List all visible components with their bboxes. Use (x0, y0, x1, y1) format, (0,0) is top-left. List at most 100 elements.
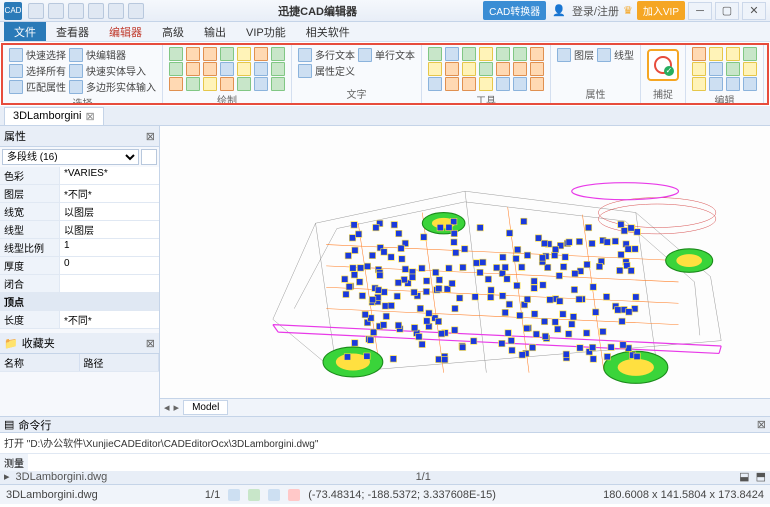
tool-icon[interactable] (479, 47, 493, 61)
vip-button[interactable]: 加入VIP (637, 1, 685, 20)
tab-next-icon[interactable]: ▸ (174, 401, 180, 414)
property-row[interactable]: 长度*不同* (0, 311, 159, 329)
tool-icon[interactable] (692, 62, 706, 76)
tool-icon[interactable] (709, 47, 723, 61)
close-button[interactable]: ✕ (742, 2, 766, 20)
snap-toggle-button[interactable] (647, 49, 679, 81)
panel-close-icon[interactable]: ⊠ (757, 418, 766, 431)
qat-redo-icon[interactable] (108, 3, 124, 19)
tool-icon[interactable] (692, 47, 706, 61)
prop-value[interactable]: *不同* (60, 311, 159, 328)
cad-converter-button[interactable]: CAD转换器 (483, 1, 546, 20)
tool-icon[interactable] (9, 80, 23, 94)
tool-icon[interactable] (237, 62, 251, 76)
tool-icon[interactable] (271, 47, 285, 61)
login-link[interactable]: 登录/注册 (572, 3, 619, 19)
tool-icon[interactable] (271, 77, 285, 91)
property-row[interactable]: 线型比例1 (0, 239, 159, 257)
tool-icon[interactable] (169, 77, 183, 91)
prop-value[interactable]: 0 (60, 257, 159, 274)
status-icon[interactable] (288, 489, 300, 501)
tool-icon[interactable] (726, 47, 740, 61)
tool-icon[interactable] (358, 48, 372, 62)
tool-icon[interactable] (237, 77, 251, 91)
menu-tab-0[interactable]: 文件 (4, 22, 46, 41)
menu-tab-1[interactable]: 查看器 (46, 22, 99, 41)
status-icon[interactable] (228, 489, 240, 501)
entity-selector[interactable]: 多段线 (16) (2, 149, 139, 165)
status-icon[interactable] (248, 489, 260, 501)
tool-icon[interactable] (726, 77, 740, 91)
tool-icon[interactable] (186, 47, 200, 61)
command-input[interactable] (28, 454, 770, 471)
tool-icon[interactable] (462, 77, 476, 91)
prop-value[interactable]: *不同* (60, 185, 159, 202)
tool-label[interactable]: 快编辑器 (86, 47, 126, 62)
tool-label[interactable]: 图层 (574, 47, 594, 62)
tool-icon[interactable] (298, 48, 312, 62)
tool-label[interactable]: 快速选择 (26, 47, 66, 62)
qat-print-icon[interactable] (128, 3, 144, 19)
property-row[interactable]: 顶点 (0, 293, 159, 311)
tool-icon[interactable] (169, 47, 183, 61)
prop-value[interactable]: 以图层 (60, 203, 159, 220)
menu-tab-2[interactable]: 编辑器 (99, 22, 152, 41)
tool-label[interactable]: 快速实体导入 (86, 63, 146, 78)
property-row[interactable]: 线型以图层 (0, 221, 159, 239)
tool-icon[interactable] (237, 47, 251, 61)
tool-icon[interactable] (203, 47, 217, 61)
strip-icon[interactable]: ⬓ (739, 470, 749, 483)
tool-icon[interactable] (597, 48, 611, 62)
tool-icon[interactable] (530, 62, 544, 76)
tool-icon[interactable] (254, 77, 268, 91)
caret-icon[interactable]: ▸ (4, 470, 10, 483)
col-name[interactable]: 名称 (0, 354, 80, 371)
tool-icon[interactable] (479, 77, 493, 91)
drawing-canvas[interactable]: ◂ ▸ Model (160, 126, 770, 416)
filter-icon[interactable] (141, 149, 157, 165)
tool-icon[interactable] (9, 64, 23, 78)
tool-icon[interactable] (513, 62, 527, 76)
prop-value[interactable] (60, 293, 159, 310)
property-row[interactable]: 图层*不同* (0, 185, 159, 203)
tool-icon[interactable] (9, 48, 23, 62)
tool-label[interactable]: 匹配属性 (26, 79, 66, 94)
col-path[interactable]: 路径 (80, 354, 160, 371)
tool-icon[interactable] (69, 64, 83, 78)
tool-icon[interactable] (557, 48, 571, 62)
tool-icon[interactable] (709, 62, 723, 76)
tool-icon[interactable] (462, 47, 476, 61)
tool-icon[interactable] (220, 47, 234, 61)
qat-undo-icon[interactable] (88, 3, 104, 19)
tool-icon[interactable] (445, 62, 459, 76)
tool-icon[interactable] (169, 62, 183, 76)
tool-icon[interactable] (186, 62, 200, 76)
tool-icon[interactable] (254, 47, 268, 61)
tool-icon[interactable] (298, 64, 312, 78)
tool-icon[interactable] (445, 47, 459, 61)
tool-icon[interactable] (479, 62, 493, 76)
tool-icon[interactable] (530, 77, 544, 91)
menu-tab-6[interactable]: 相关软件 (296, 22, 360, 41)
tool-icon[interactable] (692, 77, 706, 91)
menu-tab-4[interactable]: 输出 (194, 22, 236, 41)
property-row[interactable]: 厚度0 (0, 257, 159, 275)
tool-icon[interactable] (445, 77, 459, 91)
user-icon[interactable]: 👤 (548, 4, 570, 17)
tool-icon[interactable] (69, 80, 83, 94)
property-row[interactable]: 闭合 (0, 275, 159, 293)
tool-icon[interactable] (513, 77, 527, 91)
menu-tab-5[interactable]: VIP功能 (236, 22, 296, 41)
maximize-button[interactable]: ▢ (715, 2, 739, 20)
tool-icon[interactable] (428, 47, 442, 61)
tool-icon[interactable] (203, 62, 217, 76)
tool-icon[interactable] (743, 62, 757, 76)
tool-icon[interactable] (496, 47, 510, 61)
tool-icon[interactable] (530, 47, 544, 61)
tool-icon[interactable] (743, 47, 757, 61)
tool-icon[interactable] (220, 77, 234, 91)
tool-icon[interactable] (271, 62, 285, 76)
tool-icon[interactable] (428, 77, 442, 91)
tool-icon[interactable] (186, 77, 200, 91)
tool-icon[interactable] (462, 62, 476, 76)
